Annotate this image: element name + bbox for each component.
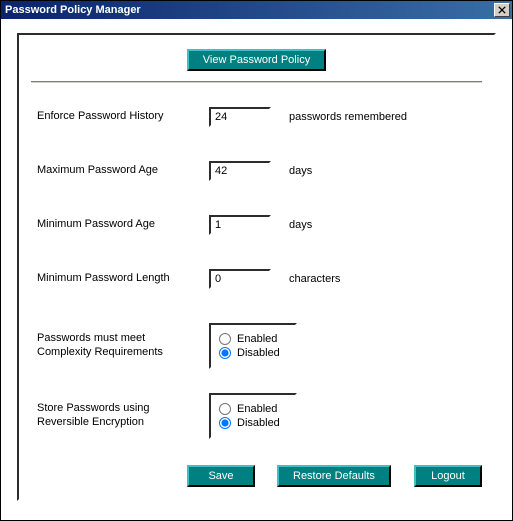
label-reversible: Store Passwords using Reversible Encrypt… — [37, 402, 209, 430]
label-complexity: Passwords must meet Complexity Requireme… — [37, 332, 209, 360]
row-min-age: Minimum Password Age days — [37, 215, 478, 235]
input-min-age[interactable] — [209, 215, 271, 235]
label-max-age: Maximum Password Age — [37, 164, 209, 178]
radio-input-reversible-disabled[interactable] — [219, 417, 231, 429]
row-enforce-history: Enforce Password History passwords remem… — [37, 107, 478, 127]
suffix-max-age: days — [289, 165, 312, 177]
label-enforce-history: Enforce Password History — [37, 110, 209, 124]
window: Password Policy Manager View Password Po… — [0, 0, 513, 521]
suffix-enforce-history: passwords remembered — [289, 111, 407, 123]
radio-input-complexity-enabled[interactable] — [219, 333, 231, 345]
input-min-length[interactable] — [209, 269, 271, 289]
radio-reversible-disabled[interactable]: Disabled — [219, 417, 287, 429]
window-title: Password Policy Manager — [5, 4, 141, 16]
form-rows: Enforce Password History passwords remem… — [31, 101, 482, 439]
input-enforce-history[interactable] — [209, 107, 271, 127]
save-button[interactable]: Save — [187, 465, 255, 487]
row-reversible: Store Passwords using Reversible Encrypt… — [37, 393, 478, 439]
radio-input-complexity-disabled[interactable] — [219, 347, 231, 359]
top-button-wrap: View Password Policy — [31, 45, 482, 81]
row-min-length: Minimum Password Length characters — [37, 269, 478, 289]
radio-complexity-disabled[interactable]: Disabled — [219, 347, 287, 359]
suffix-min-length: characters — [289, 273, 340, 285]
close-icon — [498, 6, 506, 14]
row-max-age: Maximum Password Age days — [37, 161, 478, 181]
bottom-button-bar: Save Restore Defaults Logout — [31, 465, 482, 487]
restore-defaults-button[interactable]: Restore Defaults — [277, 465, 391, 487]
divider — [31, 81, 482, 83]
radio-input-reversible-enabled[interactable] — [219, 403, 231, 415]
radio-label-reversible-enabled: Enabled — [237, 403, 277, 415]
label-min-length: Minimum Password Length — [37, 272, 209, 286]
radio-box-complexity: Enabled Disabled — [209, 323, 297, 369]
close-button[interactable] — [494, 3, 510, 17]
label-min-age: Minimum Password Age — [37, 218, 209, 232]
radio-label-complexity-disabled: Disabled — [237, 347, 280, 359]
row-complexity: Passwords must meet Complexity Requireme… — [37, 323, 478, 369]
radio-label-reversible-disabled: Disabled — [237, 417, 280, 429]
radio-complexity-enabled[interactable]: Enabled — [219, 333, 287, 345]
content-area: View Password Policy Enforce Password Hi… — [1, 19, 512, 515]
radio-box-reversible: Enabled Disabled — [209, 393, 297, 439]
input-max-age[interactable] — [209, 161, 271, 181]
titlebar: Password Policy Manager — [1, 1, 512, 19]
radio-label-complexity-enabled: Enabled — [237, 333, 277, 345]
policy-panel: View Password Policy Enforce Password Hi… — [17, 33, 496, 501]
suffix-min-age: days — [289, 219, 312, 231]
radio-reversible-enabled[interactable]: Enabled — [219, 403, 287, 415]
logout-button[interactable]: Logout — [414, 465, 482, 487]
view-password-policy-button[interactable]: View Password Policy — [187, 49, 326, 71]
